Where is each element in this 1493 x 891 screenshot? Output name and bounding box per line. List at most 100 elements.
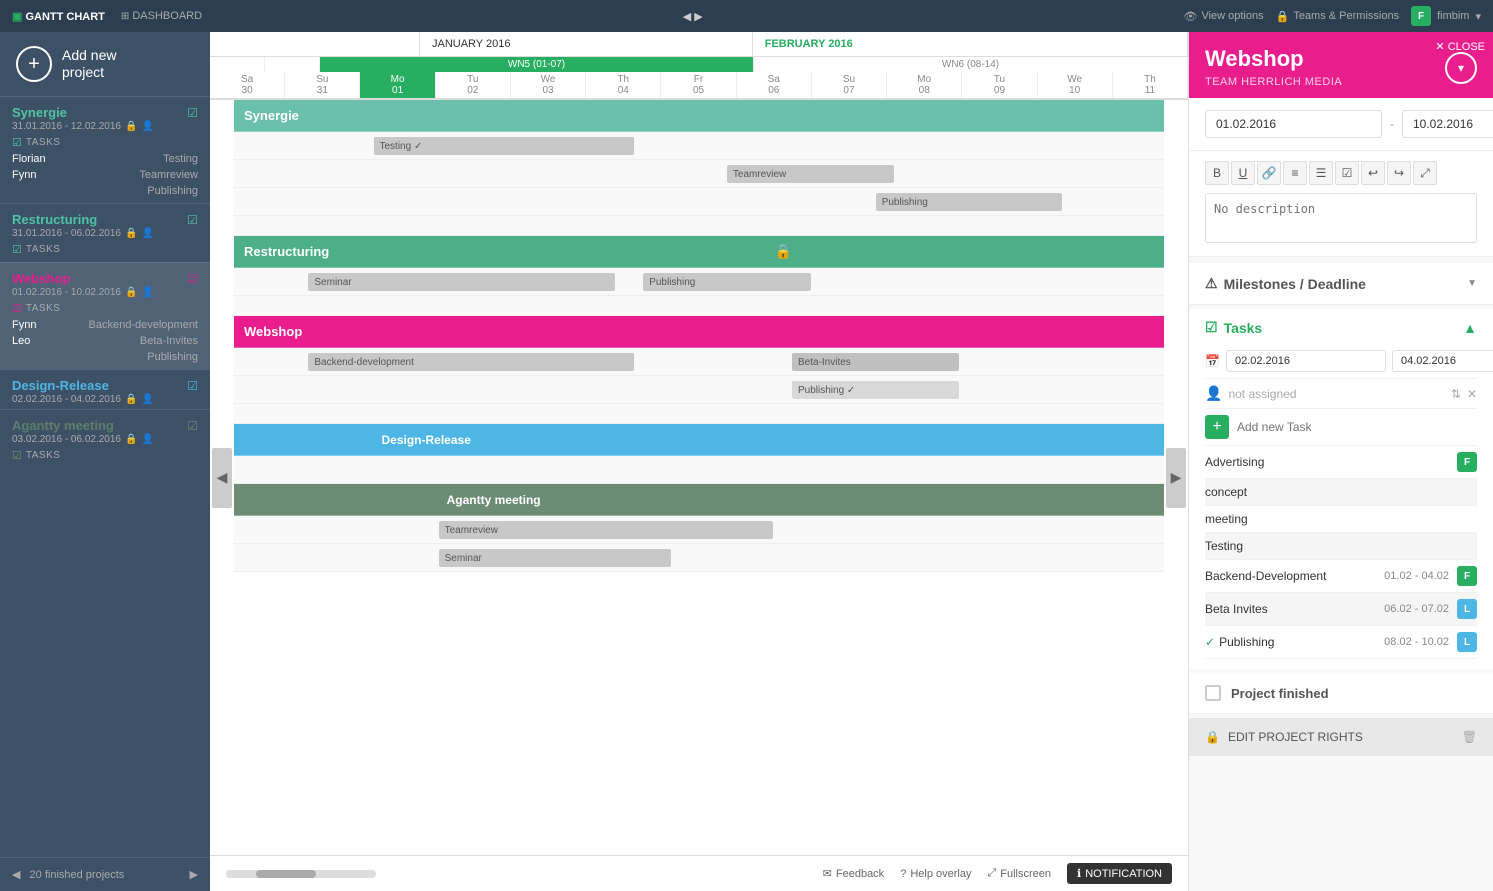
- day-12: Th11: [1113, 72, 1188, 98]
- gantt-agantty-task1: Teamreview: [234, 516, 1164, 544]
- day-11: We10: [1038, 72, 1113, 98]
- editor-link-btn[interactable]: 🔗: [1257, 161, 1281, 185]
- day-8: Su07: [812, 72, 887, 98]
- gantt-synergie-label: Synergie: [244, 108, 299, 123]
- notification-label: NOTIFICATION: [1085, 868, 1162, 880]
- assign-arrows-icon[interactable]: ⇅: [1451, 387, 1461, 401]
- gantt-chart-title[interactable]: ▣ GANTT CHART: [12, 10, 105, 23]
- scroll-container: [226, 870, 376, 878]
- scroll-thumb[interactable]: [256, 870, 316, 878]
- day-row: Sa30 Su31 Mo01 Tu02 We03 Th04 Fr05 Sa06 …: [210, 72, 1188, 99]
- task-dates-publishing: 08.02 - 10.02: [1384, 636, 1449, 648]
- sidebar-item-restructuring[interactable]: Restructuring ☑ 31.01.2016 - 06.02.2016 …: [0, 203, 210, 262]
- gantt-bar-seminar: Seminar: [308, 273, 615, 291]
- task-end-input[interactable]: [1392, 350, 1493, 372]
- edit-rights-label: EDIT PROJECT RIGHTS: [1228, 730, 1363, 744]
- description-textarea[interactable]: [1205, 193, 1477, 243]
- gantt-row-synergie: Synergie: [234, 100, 1164, 132]
- project-finished-checkbox[interactable]: [1205, 685, 1221, 701]
- panel-dropdown-button[interactable]: ▾: [1445, 52, 1477, 84]
- editor-underline-btn[interactable]: U: [1231, 161, 1255, 185]
- task-list-advertising: Advertising F: [1205, 446, 1477, 479]
- webshop-person-icon: 👤: [141, 287, 153, 298]
- sidebar-item-webshop[interactable]: Webshop ☑ 01.02.2016 - 10.02.2016 🔒 👤 ☑ …: [0, 262, 210, 369]
- gantt-bar-beta-invites: Beta-Invites: [792, 353, 959, 371]
- editor-bold-btn[interactable]: B: [1205, 161, 1229, 185]
- task-start-input[interactable]: [1226, 350, 1386, 372]
- task-list-publishing: ✓ Publishing 08.02 - 10.02 L: [1205, 626, 1477, 659]
- gantt-nav-right[interactable]: ▶: [1164, 100, 1188, 855]
- editor-toolbar: B U 🔗 ≡ ☰ ☑ ↩ ↪ ⤢: [1205, 161, 1477, 185]
- task-name-advertising: Advertising: [1205, 455, 1457, 469]
- restructuring-check-icon: ☑: [187, 213, 198, 227]
- bottom-right-links: ✉ Feedback ? Help overlay ⤢ Fullscreen ℹ…: [823, 863, 1172, 884]
- month-row: JANUARY 2016 FEBRUARY 2016: [210, 32, 1188, 57]
- tasks-section-header: ☑ Tasks ▲: [1205, 319, 1477, 336]
- task-name-publishing: Publishing: [1219, 635, 1384, 649]
- feedback-label: Feedback: [836, 868, 884, 880]
- design-person-icon: 👤: [141, 394, 153, 405]
- editor-ul-btn[interactable]: ☰: [1309, 161, 1333, 185]
- fullscreen-label: Fullscreen: [1000, 868, 1051, 880]
- user-menu[interactable]: F fimbim ▾: [1411, 6, 1481, 26]
- day-5: Th04: [586, 72, 661, 98]
- gantt-left-arrow[interactable]: ◀: [212, 448, 232, 508]
- milestones-label: Milestones / Deadline: [1224, 276, 1366, 292]
- design-dates: 02.02.2016 - 04.02.2016: [12, 394, 121, 405]
- restructuring-lock-icon: 🔒: [125, 228, 137, 239]
- webshop-lock-icon: 🔒: [125, 287, 137, 298]
- sidebar-item-design-release[interactable]: Design-Release ☑ 02.02.2016 - 04.02.2016…: [0, 369, 210, 409]
- delete-project-icon[interactable]: 🗑: [1462, 730, 1477, 744]
- scroll-bar[interactable]: [226, 870, 376, 878]
- add-task-input[interactable]: [1237, 420, 1477, 434]
- gantt-nav-left[interactable]: ◀: [210, 100, 234, 855]
- gantt-synergie-task3: Publishing: [234, 188, 1164, 216]
- edit-project-rights-button[interactable]: 🔒 EDIT PROJECT RIGHTS 🗑: [1189, 718, 1493, 756]
- help-icon: ?: [900, 868, 906, 880]
- day-7: Sa06: [737, 72, 812, 98]
- sidebar-item-synergie[interactable]: Synergie ☑ 31.01.2016 - 12.02.2016 🔒 👤 ☑…: [0, 96, 210, 203]
- gantt-restructuring-label: Restructuring: [244, 244, 329, 259]
- restructuring-person-icon: 👤: [141, 228, 153, 239]
- feedback-icon: ✉: [823, 867, 832, 880]
- task-badge-beta: L: [1457, 599, 1477, 619]
- gantt-bar-publishing-1: Publishing: [876, 193, 1062, 211]
- view-options-link[interactable]: 👁 View options: [1183, 10, 1263, 23]
- assign-delete-icon[interactable]: ✕: [1467, 387, 1477, 401]
- milestones-header[interactable]: ⚠ Milestones / Deadline ▼: [1205, 275, 1477, 292]
- synergie-task-3: Publishing: [12, 183, 198, 199]
- panel-date-start[interactable]: [1205, 110, 1382, 138]
- gantt-bar-teamreview: Teamreview: [727, 165, 894, 183]
- help-overlay-link[interactable]: ? Help overlay: [900, 868, 971, 880]
- agantty-person-icon: 👤: [141, 434, 153, 445]
- tasks-label: Tasks: [1224, 320, 1263, 336]
- nav-left-btn[interactable]: ◀: [12, 869, 20, 881]
- editor-undo-btn[interactable]: ↩: [1361, 161, 1385, 185]
- teams-permissions-link[interactable]: 🔒 Teams & Permissions: [1276, 10, 1399, 23]
- dashboard-link[interactable]: ⊞ DASHBOARD: [121, 10, 202, 22]
- add-task-button[interactable]: +: [1205, 415, 1229, 439]
- editor-expand-btn[interactable]: ⤢: [1413, 161, 1437, 185]
- editor-ol-btn[interactable]: ≡: [1283, 161, 1307, 185]
- project-finished-label: Project finished: [1231, 686, 1329, 701]
- main-layout: + Add newproject Synergie ☑ 31.01.2016 -…: [0, 32, 1493, 891]
- fullscreen-link[interactable]: ⤢ Fullscreen: [987, 867, 1051, 880]
- nav-right-btn[interactable]: ▶: [190, 868, 198, 881]
- editor-redo-btn[interactable]: ↪: [1387, 161, 1411, 185]
- gantt-restructuring-lock: 🔒: [775, 243, 792, 260]
- panel-date-end[interactable]: [1402, 110, 1493, 138]
- synergie-tasks-label: TASKS: [26, 137, 61, 148]
- synergie-task-2: Fynn Teamreview: [12, 167, 198, 183]
- day-3: Tu02: [436, 72, 511, 98]
- webshop-dates: 01.02.2016 - 10.02.2016: [12, 287, 121, 298]
- gantt-right-arrow[interactable]: ▶: [1166, 448, 1186, 508]
- sidebar-item-agantty[interactable]: Agantty meeting ☑ 03.02.2016 - 06.02.201…: [0, 409, 210, 468]
- day-9: Mo08: [887, 72, 962, 98]
- gantt-area: JANUARY 2016 FEBRUARY 2016 WN5 (01-07) W…: [210, 32, 1188, 891]
- sidebar-projects-list: Synergie ☑ 31.01.2016 - 12.02.2016 🔒 👤 ☑…: [0, 96, 210, 857]
- feedback-link[interactable]: ✉ Feedback: [823, 867, 885, 880]
- notification-btn[interactable]: ℹ NOTIFICATION: [1067, 863, 1172, 884]
- nav-prev[interactable]: ◀ ▶: [683, 10, 703, 23]
- editor-check-btn[interactable]: ☑: [1335, 161, 1359, 185]
- add-project-button[interactable]: + Add newproject: [0, 32, 210, 96]
